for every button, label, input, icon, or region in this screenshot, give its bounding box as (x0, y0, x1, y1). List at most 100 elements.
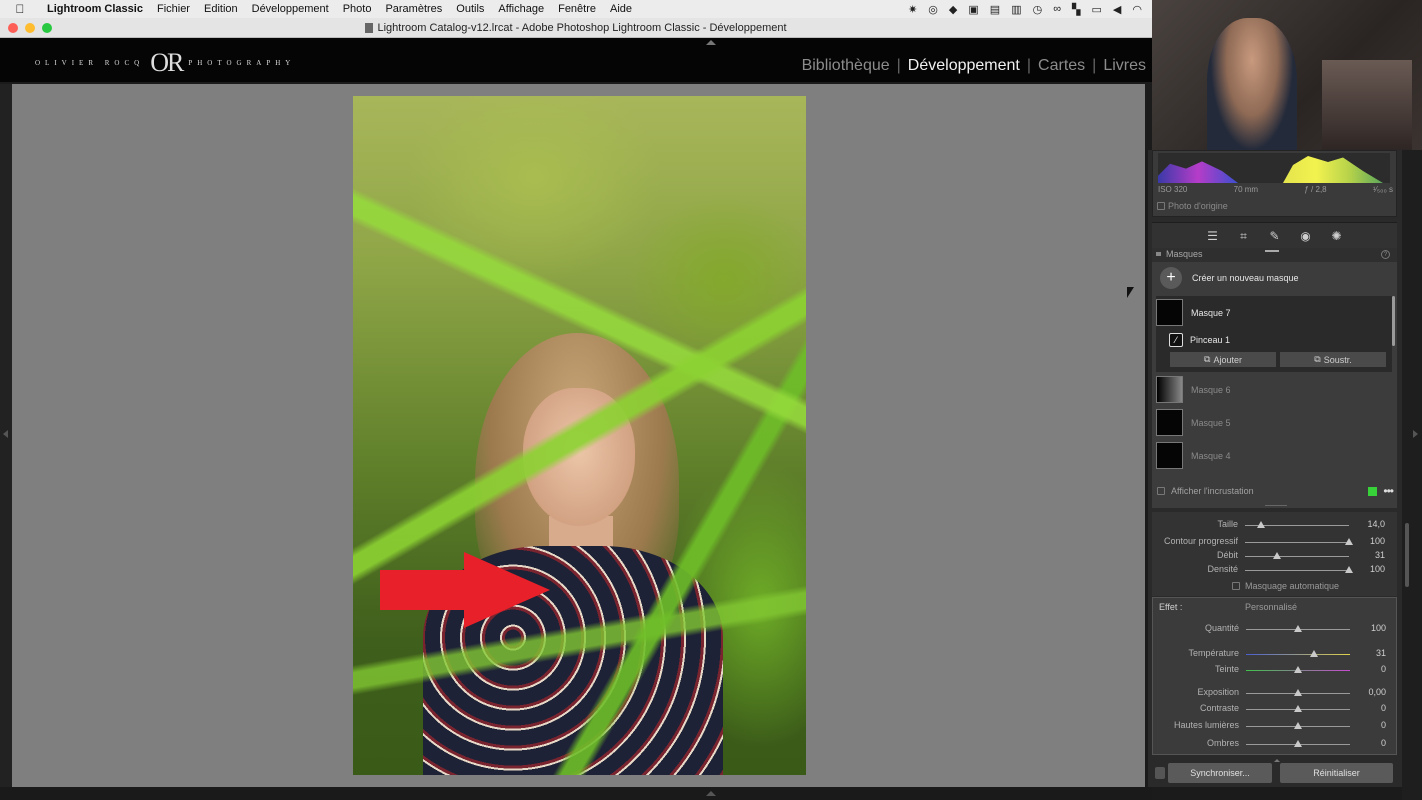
show-overlay-checkbox[interactable] (1157, 487, 1165, 495)
tint-slider[interactable]: Teinte 0 (1153, 664, 1398, 676)
slider-knob[interactable] (1345, 538, 1353, 545)
mask-item-7[interactable]: Masque 7 (1156, 299, 1231, 326)
slider-value[interactable]: 31 (1375, 550, 1385, 560)
healing-icon[interactable]: ✎ (1268, 229, 1282, 243)
dropbox-icon[interactable]: ◆ (949, 3, 957, 16)
mask-item-6[interactable]: Masque 6 (1156, 376, 1231, 403)
slider-track[interactable] (1245, 556, 1349, 557)
slider-value[interactable]: 0,00 (1368, 687, 1386, 697)
mask-component-brush[interactable]: ⁄ Pinceau 1 (1169, 333, 1230, 347)
close-window-button[interactable] (8, 23, 18, 33)
module-bibliotheque[interactable]: Bibliothèque (802, 57, 890, 75)
crop-icon[interactable]: ⌗ (1237, 229, 1251, 243)
slider-value[interactable]: 0 (1381, 720, 1386, 730)
menu-fichier[interactable]: Fichier (150, 3, 197, 15)
highlights-slider[interactable]: Hautes lumières 0 (1153, 720, 1398, 732)
masking-icon[interactable]: ✺ (1330, 229, 1344, 243)
zoom-window-button[interactable] (42, 23, 52, 33)
slider-value[interactable]: 0 (1381, 738, 1386, 748)
module-cartes[interactable]: Cartes (1038, 57, 1085, 75)
slider-value[interactable]: 100 (1370, 536, 1385, 546)
auto-mask-checkbox[interactable] (1232, 582, 1240, 590)
butterfly-icon[interactable]: ✷ (908, 3, 917, 16)
time-machine-icon[interactable]: ◷ (1033, 3, 1043, 16)
module-developpement[interactable]: Développement (908, 57, 1020, 75)
volume-icon[interactable]: ◀ (1113, 3, 1121, 16)
original-photo-toggle[interactable]: Photo d'origine (1157, 201, 1228, 211)
slider-track[interactable] (1246, 654, 1350, 655)
minimize-window-button[interactable] (25, 23, 35, 33)
slider-value[interactable]: 14,0 (1367, 519, 1385, 529)
panel-grip[interactable] (1265, 250, 1279, 252)
clipboard-icon[interactable]: ▥ (1011, 3, 1021, 16)
collapse-icon[interactable] (1156, 252, 1161, 256)
exposure-slider[interactable]: Exposition 0,00 (1153, 687, 1398, 699)
red-eye-icon[interactable]: ◉ (1299, 229, 1313, 243)
slider-knob[interactable] (1294, 705, 1302, 712)
menu-photo[interactable]: Photo (336, 3, 379, 15)
display-icon[interactable]: ▭ (1092, 3, 1102, 16)
mask-item-4[interactable]: Masque 4 (1156, 442, 1231, 469)
bottom-panel-toggle-icon[interactable] (706, 791, 716, 796)
menu-outils[interactable]: Outils (449, 3, 491, 15)
slider-knob[interactable] (1294, 740, 1302, 747)
slider-knob[interactable] (1345, 566, 1353, 573)
slider-knob[interactable] (1294, 689, 1302, 696)
subtract-from-mask-button[interactable]: ⧉ Soustr. (1280, 352, 1386, 367)
histogram-graph[interactable] (1158, 153, 1390, 183)
auto-mask-toggle[interactable]: Masquage automatique (1232, 581, 1339, 591)
show-overlay-toggle[interactable]: Afficher l'incrustation ••• (1157, 484, 1394, 498)
more-options-icon[interactable]: ••• (1383, 484, 1394, 498)
slider-knob[interactable] (1294, 625, 1302, 632)
flow-slider[interactable]: Débit 31 (1152, 550, 1397, 562)
slider-track[interactable] (1245, 570, 1349, 571)
size-slider[interactable]: Taille 14,0 (1152, 519, 1397, 531)
screen-icon[interactable]: ▤ (990, 3, 1000, 16)
photo-preview[interactable] (353, 96, 806, 775)
control-center-icon[interactable]: ▚ (1072, 3, 1080, 16)
binoculars-icon[interactable]: ∞ (1053, 3, 1061, 16)
menu-affichage[interactable]: Affichage (491, 3, 551, 15)
camera-icon[interactable]: ▣ (968, 3, 978, 16)
mask-item-5[interactable]: Masque 5 (1156, 409, 1231, 436)
slider-knob[interactable] (1294, 722, 1302, 729)
slider-track[interactable] (1245, 542, 1349, 543)
density-slider[interactable]: Densité 100 (1152, 564, 1397, 576)
slider-value[interactable]: 0 (1381, 703, 1386, 713)
menu-edition[interactable]: Edition (197, 3, 245, 15)
panel-grip[interactable] (1265, 505, 1287, 506)
slider-knob[interactable] (1309, 650, 1318, 657)
contrast-slider[interactable]: Contraste 0 (1153, 703, 1398, 715)
synchronize-button[interactable]: Synchroniser... (1168, 763, 1272, 783)
creative-cloud-icon[interactable]: ◎ (928, 3, 938, 16)
slider-value[interactable]: 31 (1376, 648, 1386, 658)
temperature-slider[interactable]: Température 31 (1153, 648, 1398, 660)
slider-knob[interactable] (1294, 666, 1302, 673)
help-icon[interactable]: ? (1381, 250, 1390, 259)
shadows-slider[interactable]: Ombres 0 (1153, 738, 1398, 750)
masks-scrollbar[interactable] (1392, 296, 1395, 346)
menu-developpement[interactable]: Développement (245, 3, 336, 15)
slider-knob[interactable] (1273, 552, 1282, 559)
top-panel-toggle-icon[interactable] (706, 40, 716, 45)
amount-slider[interactable]: Quantité 100 (1153, 623, 1398, 635)
auto-sync-switch[interactable] (1155, 767, 1165, 779)
create-mask-button[interactable]: + Créer un nouveau masque (1160, 267, 1299, 289)
wifi-icon[interactable]: ◠ (1132, 3, 1142, 16)
add-to-mask-button[interactable]: ⧉ Ajouter (1170, 352, 1276, 367)
module-livres[interactable]: Livres (1103, 57, 1146, 75)
original-photo-checkbox[interactable] (1157, 202, 1165, 210)
menu-app-name[interactable]: Lightroom Classic (40, 3, 150, 15)
slider-value[interactable]: 100 (1371, 623, 1386, 633)
right-panel-scrollbar[interactable] (1405, 523, 1409, 587)
apple-icon[interactable]:  (0, 2, 40, 16)
feather-slider[interactable]: Contour progressif 100 (1152, 536, 1397, 548)
edit-sliders-icon[interactable]: ☰ (1206, 229, 1220, 243)
effect-preset-dropdown[interactable]: Personnalisé (1245, 602, 1297, 612)
left-panel-toggle-icon[interactable] (3, 430, 8, 438)
right-panel-scroll-track[interactable] (1402, 150, 1422, 800)
masks-header[interactable]: Masques ? (1152, 248, 1397, 262)
overlay-color-swatch[interactable] (1368, 486, 1378, 496)
right-panel-toggle-icon[interactable] (1413, 430, 1418, 438)
reset-button[interactable]: Réinitialiser (1280, 763, 1393, 783)
